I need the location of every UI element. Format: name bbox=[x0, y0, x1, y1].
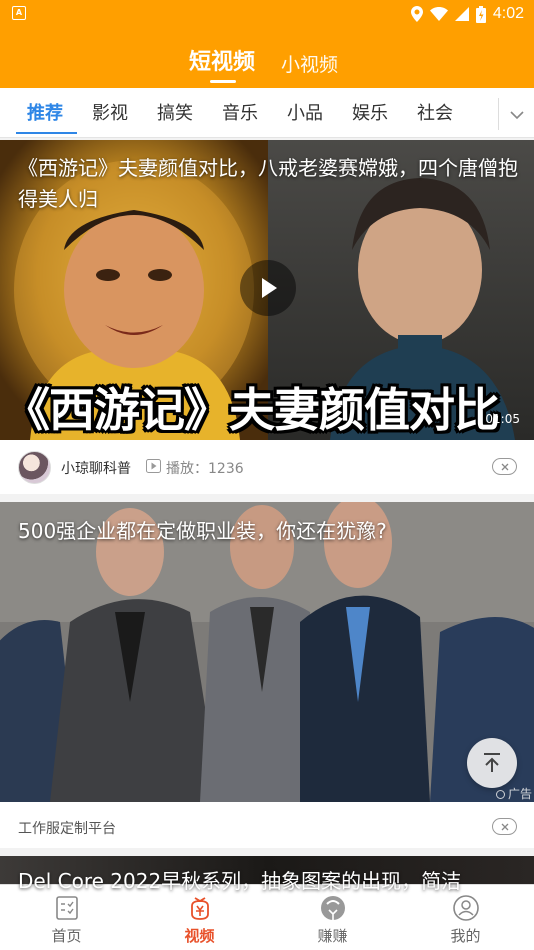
ad-label-text: 广告 bbox=[507, 787, 532, 801]
status-bar: A 4:02 bbox=[0, 0, 534, 28]
nav-profile-label: 我的 bbox=[450, 927, 481, 945]
ad-image[interactable]: 500强企业都在定做职业装，你还在犹豫? 广告 bbox=[0, 502, 534, 802]
status-time: 4:02 bbox=[492, 5, 524, 22]
app-screen: A 4:02 短视频 小视频 推荐 影视 搞笑 音乐 小品 娱乐 社会 《西游记… bbox=[0, 0, 534, 950]
tab-mini-video[interactable]: 小视频 bbox=[281, 50, 338, 77]
back-to-top-button[interactable] bbox=[467, 738, 517, 788]
ad-image-art bbox=[0, 502, 534, 802]
play-count-icon bbox=[146, 459, 161, 473]
top-tab-indicator bbox=[210, 80, 236, 83]
close-icon bbox=[501, 823, 509, 831]
top-tabs: 短视频 小视频 bbox=[0, 40, 534, 84]
app-notification-icon: A bbox=[12, 6, 26, 20]
dismiss-button[interactable] bbox=[492, 818, 517, 835]
video-icon bbox=[191, 897, 209, 920]
category-divider bbox=[498, 98, 499, 130]
home-icon bbox=[56, 896, 78, 920]
tab-short-video[interactable]: 短视频 bbox=[189, 44, 255, 76]
nav-home-label: 首页 bbox=[51, 927, 82, 945]
nav-earn-label: 赚赚 bbox=[317, 927, 348, 945]
thumbnail-caption: 《西游记》夫妻颜值对比 bbox=[4, 383, 500, 437]
category-entertainment[interactable]: 娱乐 bbox=[352, 99, 388, 125]
advertiser-name[interactable]: 工作服定制平台 bbox=[18, 818, 116, 838]
category-recommend[interactable]: 推荐 bbox=[27, 99, 63, 125]
ad-ring-icon bbox=[495, 790, 505, 799]
dismiss-button[interactable] bbox=[492, 458, 517, 475]
header: A 4:02 短视频 小视频 bbox=[0, 0, 534, 88]
earn-icon bbox=[321, 896, 345, 920]
location-icon bbox=[410, 6, 423, 22]
video-card[interactable]: Del Core 2022早秋系列，抽象图案的出现，简洁 bbox=[0, 856, 534, 896]
category-film[interactable]: 影视 bbox=[92, 99, 128, 125]
author-name[interactable]: 小琼聊科普 bbox=[61, 458, 131, 478]
chevron-down-icon[interactable] bbox=[506, 104, 528, 124]
nav-video-label: 视频 bbox=[184, 927, 215, 945]
profile-icon bbox=[453, 895, 479, 921]
avatar[interactable] bbox=[18, 451, 51, 484]
video-thumbnail[interactable]: 《西游记》夫妻颜值对比 《西游记》夫妻颜值对比，八戒老婆赛嫦娥，四个唐僧抱得美人… bbox=[0, 140, 534, 440]
battery-icon bbox=[475, 5, 486, 23]
category-indicator bbox=[16, 132, 77, 134]
ad-label: 广告 bbox=[495, 785, 532, 802]
play-count: 播放：1236 bbox=[166, 461, 244, 477]
category-comedy[interactable]: 搞笑 bbox=[157, 99, 193, 125]
video-title[interactable]: 《西游记》夫妻颜值对比，八戒老婆赛嫦娥，四个唐僧抱得美人归 bbox=[18, 153, 518, 215]
category-music[interactable]: 音乐 bbox=[222, 99, 258, 125]
video-meta: 小琼聊科普 播放：1236 bbox=[0, 440, 534, 494]
category-society[interactable]: 社会 bbox=[417, 99, 453, 125]
status-icons: 4:02 bbox=[410, 3, 524, 25]
video-card[interactable]: 《西游记》夫妻颜值对比 《西游记》夫妻颜值对比，八戒老婆赛嫦娥，四个唐僧抱得美人… bbox=[0, 140, 534, 494]
ad-card[interactable]: 500强企业都在定做职业装，你还在犹豫? 广告 工作服定制平台 bbox=[0, 502, 534, 848]
play-button[interactable] bbox=[240, 260, 296, 316]
wifi-icon bbox=[429, 7, 448, 21]
video-duration: 01:05 bbox=[485, 412, 520, 426]
category-sketch[interactable]: 小品 bbox=[287, 99, 323, 125]
play-icon bbox=[262, 278, 277, 298]
signal-icon bbox=[454, 7, 469, 21]
close-icon bbox=[501, 463, 509, 471]
video-title[interactable]: Del Core 2022早秋系列，抽象图案的出现，简洁 bbox=[18, 866, 461, 896]
arrow-up-icon bbox=[484, 753, 500, 772]
category-bar: 推荐 影视 搞笑 音乐 小品 娱乐 社会 bbox=[0, 88, 534, 138]
ad-title[interactable]: 500强企业都在定做职业装，你还在犹豫? bbox=[18, 516, 518, 547]
